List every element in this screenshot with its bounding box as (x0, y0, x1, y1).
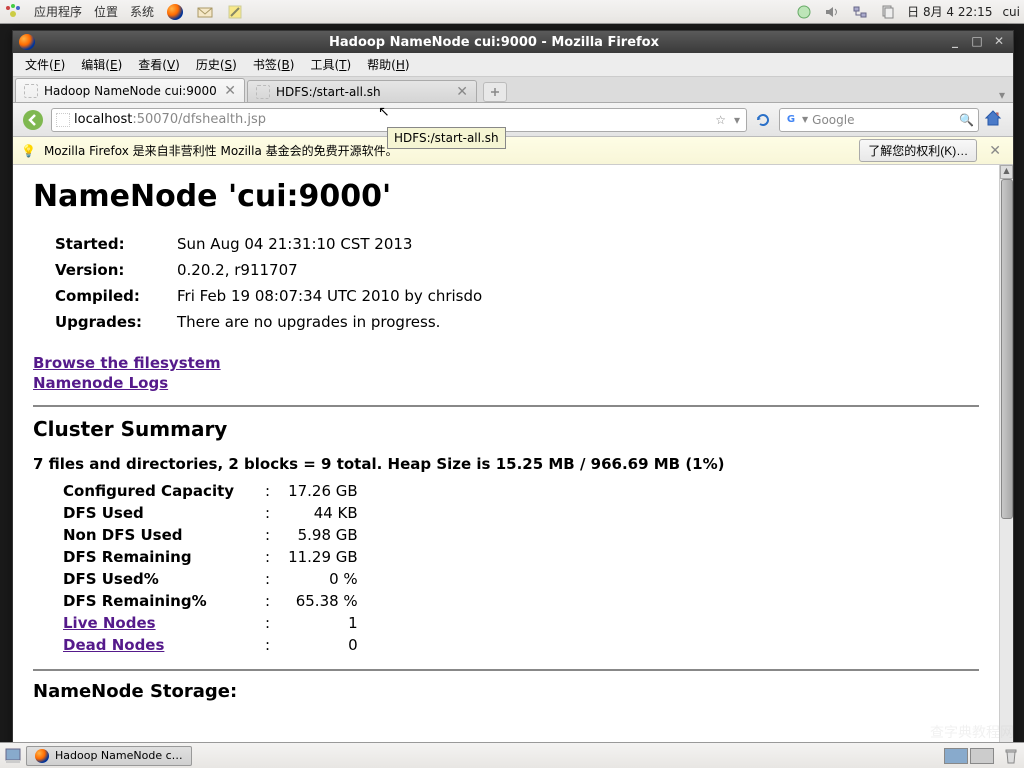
scroll-up-icon[interactable]: ▲ (1000, 165, 1013, 179)
divider (33, 669, 979, 671)
tab-list-button[interactable]: ▾ (991, 88, 1013, 102)
url-dropdown-icon[interactable]: ▾ (732, 113, 742, 127)
firefox-launcher-icon[interactable] (166, 3, 184, 21)
user-menu[interactable]: cui (1002, 5, 1020, 19)
menu-places[interactable]: 位置 (94, 3, 118, 20)
window-titlebar[interactable]: Hadoop NameNode cui:9000 - Mozilla Firef… (13, 31, 1013, 53)
menu-bookmarks[interactable]: 书签(B) (247, 54, 301, 75)
clipboard-icon[interactable] (879, 3, 897, 21)
system-panel: 应用程序 位置 系统 日 8月 4 22:15 cui (0, 0, 1024, 24)
workspace-1[interactable] (944, 748, 968, 764)
site-identity-icon[interactable] (56, 113, 70, 127)
page-content: NameNode 'cui:9000' Started:Sun Aug 04 2… (13, 165, 999, 765)
plus-icon (489, 86, 501, 98)
tab-close-icon[interactable]: ✕ (224, 83, 236, 99)
tab-tooltip: HDFS:/start-all.sh (387, 127, 506, 149)
notes-launcher-icon[interactable] (226, 3, 244, 21)
nav-toolbar: localhost:50070/dfshealth.jsp ☆ ▾ G ▼ Go… (13, 103, 1013, 137)
update-icon[interactable] (795, 3, 813, 21)
page-icon (24, 84, 38, 98)
taskbar-label: Hadoop NameNode c… (55, 749, 183, 762)
page-title: NameNode 'cui:9000' (33, 179, 979, 214)
window-title: Hadoop NameNode cui:9000 - Mozilla Firef… (41, 35, 947, 50)
info-close-icon[interactable]: ✕ (985, 143, 1005, 159)
bookmark-star-icon[interactable]: ☆ (713, 113, 728, 127)
menu-history[interactable]: 历史(S) (190, 54, 243, 75)
show-desktop-icon[interactable] (4, 747, 22, 765)
page-icon (256, 85, 270, 99)
summary-line: 7 files and directories, 2 blocks = 9 to… (33, 455, 979, 473)
workspace-2[interactable] (970, 748, 994, 764)
gnome-foot-icon[interactable] (4, 3, 22, 21)
tabbar: Hadoop NameNode cui:9000 ✕ HDFS:/start-a… (13, 77, 1013, 103)
scroll-thumb[interactable] (1001, 179, 1013, 519)
info-table: Started:Sun Aug 04 21:31:10 CST 2013 Ver… (53, 230, 494, 336)
clock[interactable]: 日 8月 4 22:15 (907, 3, 992, 20)
workspace-switcher[interactable] (944, 748, 994, 764)
info-bar: 💡 Mozilla Firefox 是来自非营利性 Mozilla 基金会的免费… (13, 137, 1013, 165)
search-placeholder: Google (812, 113, 955, 127)
reload-icon (755, 112, 771, 128)
menu-edit[interactable]: 编辑(E) (75, 54, 128, 75)
tab-inactive[interactable]: HDFS:/start-all.sh ✕ (247, 80, 477, 102)
namenode-logs-link[interactable]: Namenode Logs (33, 374, 979, 394)
back-arrow-icon (22, 109, 44, 131)
network-icon[interactable] (851, 3, 869, 21)
vertical-scrollbar[interactable]: ▲ (999, 165, 1013, 765)
email-launcher-icon[interactable] (196, 3, 214, 21)
menu-view[interactable]: 查看(V) (132, 54, 186, 75)
minimize-button[interactable]: _ (947, 34, 963, 50)
menu-tools[interactable]: 工具(T) (304, 54, 357, 75)
menu-help[interactable]: 帮助(H) (361, 54, 415, 75)
firefox-icon (19, 34, 35, 50)
maximize-button[interactable]: □ (969, 34, 985, 50)
divider (33, 405, 979, 407)
back-button[interactable] (19, 107, 47, 133)
info-text: Mozilla Firefox 是来自非营利性 Mozilla 基金会的免费开源… (44, 142, 398, 159)
url-text: localhost:50070/dfshealth.jsp (74, 112, 709, 127)
dead-nodes-link[interactable]: Dead Nodes (63, 636, 164, 654)
reload-button[interactable] (751, 109, 775, 131)
close-button[interactable]: ✕ (991, 34, 1007, 50)
browse-fs-link[interactable]: Browse the filesystem (33, 354, 979, 374)
info-rights-button[interactable]: 了解您的权利(K)… (859, 139, 977, 162)
binoculars-icon[interactable]: 🔍 (959, 113, 974, 127)
volume-icon[interactable] (823, 3, 841, 21)
tab-label: HDFS:/start-all.sh (276, 85, 450, 99)
menu-file[interactable]: 文件(F) (19, 54, 71, 75)
desktop: Hadoop NameNode cui:9000 - Mozilla Firef… (0, 24, 1024, 768)
home-icon (983, 108, 1003, 128)
new-tab-button[interactable] (483, 82, 507, 102)
search-engine-dropdown-icon[interactable]: ▼ (802, 115, 808, 124)
menubar: 文件(F) 编辑(E) 查看(V) 历史(S) 书签(B) 工具(T) 帮助(H… (13, 53, 1013, 77)
live-nodes-link[interactable]: Live Nodes (63, 614, 156, 632)
tab-label: Hadoop NameNode cui:9000 (44, 84, 218, 98)
summary-table: Configured Capacity:17.26 GB DFS Used:44… (53, 479, 368, 657)
home-button[interactable] (983, 108, 1007, 132)
search-box[interactable]: G ▼ Google 🔍 (779, 108, 979, 132)
cluster-summary-heading: Cluster Summary (33, 417, 979, 441)
storage-heading: NameNode Storage: (33, 681, 979, 702)
firefox-window: Hadoop NameNode cui:9000 - Mozilla Firef… (12, 30, 1014, 766)
menu-applications[interactable]: 应用程序 (34, 3, 82, 20)
trash-icon[interactable] (1002, 747, 1020, 765)
tab-active[interactable]: Hadoop NameNode cui:9000 ✕ (15, 78, 245, 102)
taskbar-firefox-button[interactable]: Hadoop NameNode c… (26, 746, 192, 766)
lightbulb-icon: 💡 (21, 144, 36, 158)
menu-system[interactable]: 系统 (130, 3, 154, 20)
bottom-taskbar: Hadoop NameNode c… (0, 742, 1024, 768)
tab-close-icon[interactable]: ✕ (456, 84, 468, 100)
google-icon: G (784, 113, 798, 127)
